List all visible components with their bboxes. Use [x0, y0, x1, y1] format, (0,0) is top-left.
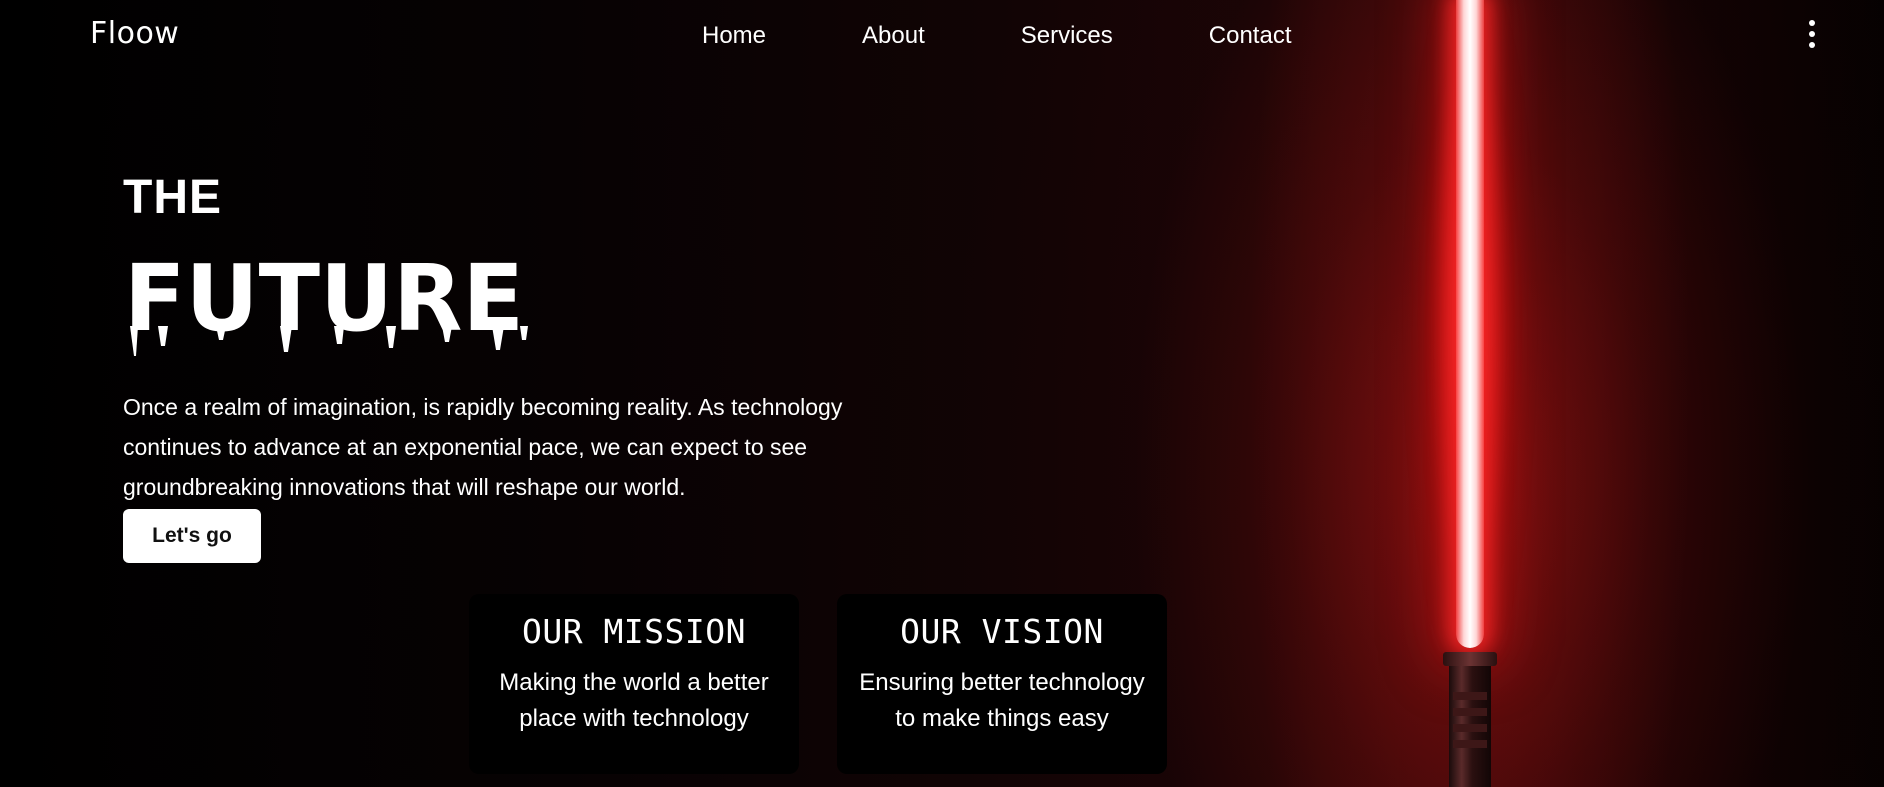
landing-page: Floow Home About Services Contact THE FU… [0, 0, 1884, 787]
hero-description: Once a realm of imagination, is rapidly … [123, 394, 843, 500]
logo[interactable]: Floow [90, 16, 179, 51]
vision-text: Ensuring better technology to make thing… [859, 669, 1145, 732]
mission-card: OUR MISSION Making the world a better pl… [469, 594, 799, 774]
hero-heading-the: THE [123, 171, 222, 224]
lets-go-button[interactable]: Let's go [123, 509, 261, 563]
hero-future-text: FUTURE [124, 248, 524, 352]
navbar: Floow Home About Services Contact [0, 0, 1884, 72]
nav-link-home[interactable]: Home [702, 22, 766, 50]
nav-links: Home About Services Contact [702, 22, 1292, 50]
hero-heading-future: FUTURE [124, 245, 544, 358]
mission-title: OUR MISSION [521, 612, 747, 651]
nav-link-services[interactable]: Services [1021, 22, 1113, 50]
nav-link-contact[interactable]: Contact [1209, 22, 1292, 50]
vision-card: OUR VISION Ensuring better technology to… [837, 594, 1167, 774]
saber-hilt [1443, 652, 1497, 787]
lightsaber-illustration [1456, 0, 1484, 648]
kebab-menu-icon[interactable] [1804, 20, 1820, 48]
vision-title: OUR VISION [900, 612, 1104, 651]
nav-link-about[interactable]: About [862, 22, 925, 50]
mission-text: Making the world a better place with tec… [499, 669, 769, 732]
